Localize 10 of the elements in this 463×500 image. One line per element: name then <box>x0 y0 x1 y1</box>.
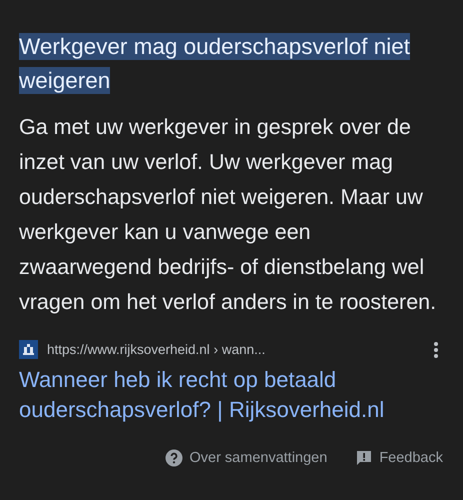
crest-icon <box>19 340 38 359</box>
source-link[interactable]: Wanneer heb ik recht op betaald ouderschapsverlof? | Rijksoverheid.nl <box>19 365 449 425</box>
help-icon <box>165 449 184 467</box>
source-url: https://www.rijksoverheid.nl › wann... <box>47 342 266 357</box>
feedback-icon <box>355 449 374 467</box>
summary-text: Ga met uw werkgever in gesprek over de inzet van uw verlof. Uw werkgever mag ouderschapsverlof niet weigeren. Maar uw werkgever kan u vanwege een zwaarwegend bedrijfs- of dienstbelang wel vragen om het verlof anders in te roosteren. <box>19 114 438 316</box>
feedback-button[interactable]: Feedback <box>355 449 443 467</box>
more-icon[interactable] <box>433 340 439 358</box>
answer-heading: Werkgever mag ouderschapsverlof niet weigeren <box>19 32 412 96</box>
about-button[interactable]: Over samenvattingen <box>165 449 328 467</box>
